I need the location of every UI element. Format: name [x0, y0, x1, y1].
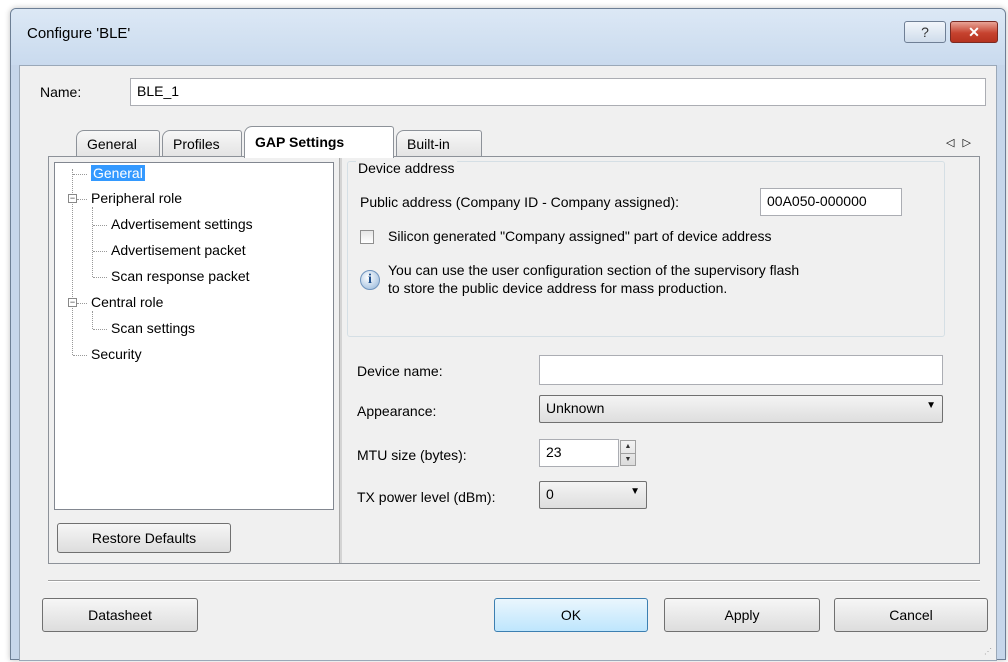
mtu-size-field[interactable]: 23 — [539, 439, 619, 467]
tab-built-in[interactable]: Built-in — [396, 130, 482, 157]
tree-line — [92, 311, 93, 329]
tx-power-label: TX power level (dBm): — [357, 489, 496, 505]
dialog-client-area: Name: BLE_1 General Profiles GAP Setting… — [19, 65, 997, 661]
device-name-label: Device name: — [357, 363, 443, 379]
silicon-generated-checkbox[interactable] — [360, 230, 374, 244]
datasheet-button[interactable]: Datasheet — [42, 598, 198, 632]
tree-collapse-icon[interactable]: − — [68, 298, 77, 307]
appearance-dropdown[interactable]: Unknown ▼ — [539, 395, 943, 423]
device-name-field[interactable] — [539, 355, 943, 385]
close-icon: ✕ — [968, 24, 980, 40]
tab-scroll-left-icon[interactable]: ◁ — [946, 137, 962, 149]
splitter[interactable] — [339, 157, 342, 563]
tree-line — [77, 199, 87, 200]
spin-down-icon[interactable]: ▼ — [621, 453, 635, 465]
silicon-generated-label[interactable]: Silicon generated "Company assigned" par… — [388, 228, 772, 244]
tree-item-security[interactable]: Security — [91, 346, 142, 362]
dialog-title: Configure 'BLE' — [27, 25, 131, 42]
tree-item-peripheral-role[interactable]: Peripheral role — [91, 190, 182, 206]
info-text-line2: to store the public device address for m… — [388, 280, 728, 296]
tree-line — [73, 355, 87, 356]
cancel-button[interactable]: Cancel — [834, 598, 988, 632]
tree-line — [93, 277, 107, 278]
appearance-selected-value: Unknown — [546, 400, 605, 416]
tree-item-advertisement-packet[interactable]: Advertisement packet — [111, 242, 246, 258]
resize-grip-icon[interactable]: ⋰ — [984, 647, 992, 656]
tab-gap-settings[interactable]: GAP Settings — [244, 126, 394, 158]
tree-line — [93, 329, 107, 330]
spin-up-icon[interactable]: ▲ — [621, 441, 635, 453]
tree-line — [93, 225, 107, 226]
tab-scroll-right-icon[interactable]: ▷ — [962, 137, 978, 149]
name-field[interactable]: BLE_1 — [130, 78, 986, 106]
tree-line — [73, 174, 87, 175]
tab-scroll-arrows[interactable]: ◁▷ — [946, 136, 979, 149]
settings-tree[interactable]: General − Peripheral role Advertisement … — [54, 162, 334, 510]
tree-item-advertisement-settings[interactable]: Advertisement settings — [111, 216, 253, 232]
ok-button[interactable]: OK — [494, 598, 648, 632]
appearance-label: Appearance: — [357, 403, 437, 419]
info-text-line1: You can use the user configuration secti… — [388, 262, 800, 278]
tree-collapse-icon[interactable]: − — [68, 194, 77, 203]
public-address-field[interactable]: 00A050-000000 — [760, 188, 902, 216]
tree-item-scan-settings[interactable]: Scan settings — [111, 320, 195, 336]
device-address-group-title: Device address — [356, 160, 457, 176]
info-icon: i — [360, 270, 380, 290]
gap-settings-page: General − Peripheral role Advertisement … — [48, 156, 980, 564]
tree-item-general[interactable]: General — [91, 165, 145, 181]
help-button[interactable]: ? — [904, 21, 946, 43]
name-label: Name: — [40, 84, 82, 100]
tx-power-dropdown[interactable]: 0 ▼ — [539, 481, 647, 509]
tx-power-selected-value: 0 — [546, 486, 554, 502]
chevron-down-icon: ▼ — [630, 486, 640, 497]
tree-item-scan-response-packet[interactable]: Scan response packet — [111, 268, 250, 284]
chevron-down-icon: ▼ — [926, 400, 936, 411]
separator — [48, 580, 980, 582]
tree-line — [77, 303, 87, 304]
configure-dialog: Configure 'BLE' ? ✕ Name: BLE_1 General … — [10, 8, 1006, 661]
title-bar: Configure 'BLE' ? ✕ — [11, 9, 1005, 65]
mtu-size-label: MTU size (bytes): — [357, 447, 467, 463]
device-address-group: Device address Public address (Company I… — [347, 160, 945, 337]
close-button[interactable]: ✕ — [950, 21, 998, 43]
tab-general[interactable]: General — [76, 130, 160, 157]
tab-profiles[interactable]: Profiles — [162, 130, 242, 157]
public-address-label: Public address (Company ID - Company ass… — [360, 194, 680, 210]
tree-item-central-role[interactable]: Central role — [91, 294, 163, 310]
tree-line — [92, 207, 93, 277]
mtu-size-stepper[interactable]: ▲ ▼ — [620, 440, 636, 466]
tree-line — [93, 251, 107, 252]
apply-button[interactable]: Apply — [664, 598, 820, 632]
restore-defaults-button[interactable]: Restore Defaults — [57, 523, 231, 553]
